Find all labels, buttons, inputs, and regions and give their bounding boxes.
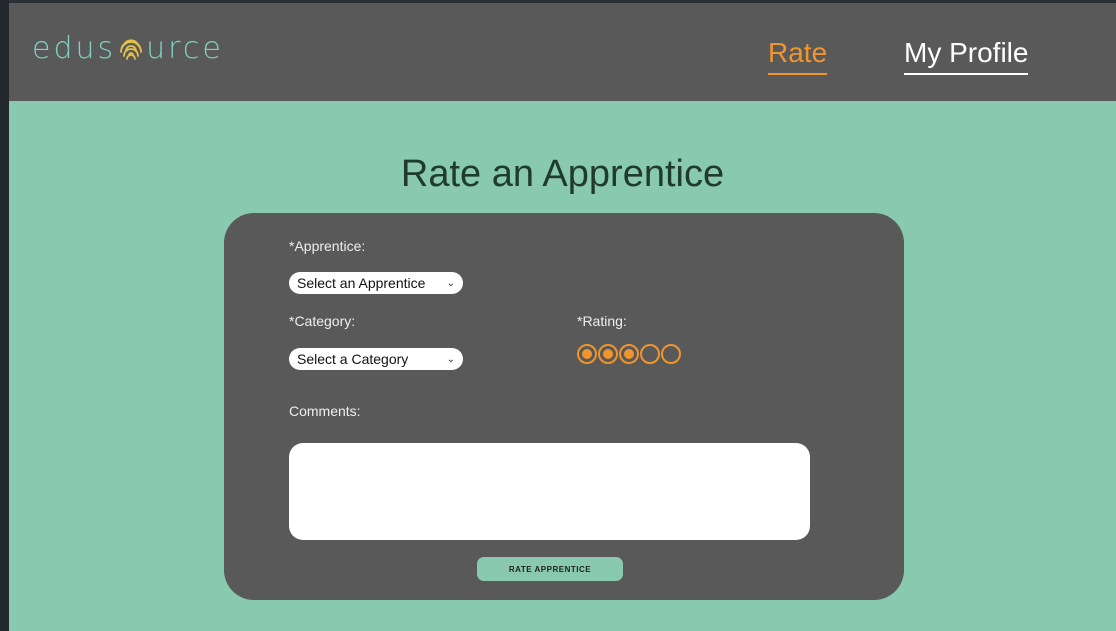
apprentice-select[interactable]: Select an Apprentice ⌄: [289, 272, 463, 294]
comments-label: Comments:: [289, 403, 361, 419]
nav-rate-link[interactable]: Rate: [768, 37, 828, 75]
category-label: *Category:: [289, 313, 356, 329]
nav-my-profile-link[interactable]: My Profile: [904, 37, 1029, 75]
chevron-down-icon: ⌄: [446, 353, 455, 365]
chevron-down-icon: ⌄: [446, 277, 455, 289]
window-left-edge: [0, 0, 9, 631]
comments-textarea[interactable]: [289, 443, 810, 540]
rate-form-card: *Apprentice: Select an Apprentice ⌄ *Cat…: [224, 213, 904, 600]
category-select[interactable]: Select a Category ⌄: [289, 348, 463, 370]
edusource-logo[interactable]: edus urce: [32, 31, 224, 66]
rating-radio-dot: [603, 349, 613, 359]
page-title: Rate an Apprentice: [400, 153, 725, 195]
logo-text-right: urce: [146, 31, 224, 66]
rate-apprentice-button[interactable]: RATE APPRENTICE: [477, 557, 623, 581]
rating-radio-dot: [582, 349, 592, 359]
app: edus urce Rate My Profile Rate an Appren…: [9, 3, 1116, 631]
rating-radio-2[interactable]: [598, 344, 618, 364]
category-select-value: Select a Category: [297, 351, 409, 367]
rating-radio-dot: [624, 349, 634, 359]
apprentice-select-value: Select an Apprentice: [297, 275, 426, 291]
navbar: edus urce Rate My Profile: [9, 3, 1116, 101]
logo-text-left: edus: [32, 31, 117, 66]
rating-radio-3[interactable]: [619, 344, 639, 364]
rating-radio-4[interactable]: [640, 344, 660, 364]
rating-radio-1[interactable]: [577, 344, 597, 364]
fingerprint-icon: [120, 38, 143, 60]
rating-label: *Rating:: [577, 313, 627, 329]
apprentice-label: *Apprentice:: [289, 238, 366, 254]
rating-radio-5[interactable]: [661, 344, 681, 364]
rating-radio-group: [577, 344, 681, 364]
